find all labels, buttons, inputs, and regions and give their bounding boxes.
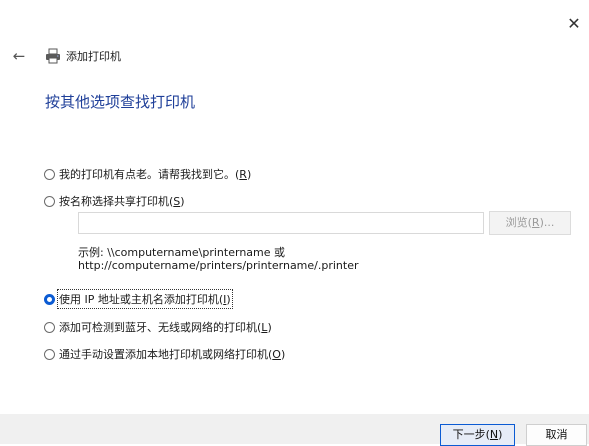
cancel-button[interactable]: 取消: [526, 424, 587, 446]
browse-button[interactable]: 浏览(R)...: [489, 211, 571, 235]
option-shared-printer[interactable]: 按名称选择共享打印机(S): [44, 193, 185, 209]
radio-manual-local[interactable]: [44, 348, 55, 360]
radio-shared-printer[interactable]: [44, 195, 55, 207]
example-line-2: http://computername/printers/printername…: [78, 259, 359, 272]
radio-old-printer[interactable]: [44, 168, 55, 180]
close-icon[interactable]: ✕: [563, 14, 585, 34]
option-manual-local-label: 通过手动设置添加本地打印机或网络打印机(O): [59, 348, 286, 361]
add-printer-window: ✕ ← 添加打印机 按其他选项查找打印机 我的打印机有点老。请帮我找到它。(R)…: [0, 0, 589, 446]
option-manual-local[interactable]: 通过手动设置添加本地打印机或网络打印机(O): [44, 346, 285, 362]
example-text: 示例: \\computername\printername 或 http://…: [78, 246, 359, 272]
option-bluetooth-wireless[interactable]: 添加可检测到蓝牙、无线或网络的打印机(L): [44, 319, 272, 335]
option-ip-hostname-label: 使用 IP 地址或主机名添加打印机(I): [57, 289, 233, 309]
radio-ip-hostname[interactable]: [44, 293, 55, 305]
window-title: 添加打印机: [44, 46, 121, 66]
option-ip-hostname[interactable]: 使用 IP 地址或主机名添加打印机(I): [44, 289, 233, 309]
option-old-printer-label: 我的打印机有点老。请帮我找到它。(R): [59, 168, 252, 181]
next-button[interactable]: 下一步(N): [440, 424, 515, 446]
radio-bluetooth-wireless[interactable]: [44, 321, 55, 333]
option-shared-printer-label: 按名称选择共享打印机(S): [59, 195, 185, 208]
option-old-printer[interactable]: 我的打印机有点老。请帮我找到它。(R): [44, 166, 251, 182]
option-bluetooth-wireless-label: 添加可检测到蓝牙、无线或网络的打印机(L): [59, 321, 272, 334]
example-line-1: 示例: \\computername\printername 或: [78, 246, 286, 259]
shared-printer-name-input[interactable]: [78, 212, 484, 234]
window-title-text: 添加打印机: [66, 50, 121, 63]
back-arrow-icon[interactable]: ←: [10, 47, 28, 65]
page-heading: 按其他选项查找打印机: [45, 93, 196, 111]
printer-icon: [44, 47, 62, 65]
